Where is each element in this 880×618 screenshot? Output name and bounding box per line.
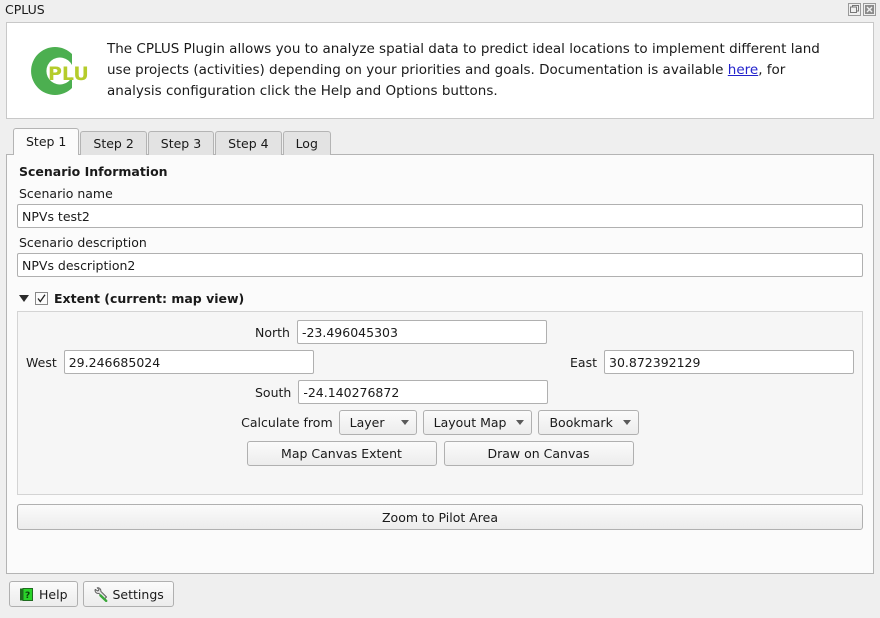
settings-button[interactable]: Settings (82, 581, 174, 607)
info-banner-text: The CPLUS Plugin allows you to analyze s… (107, 39, 873, 102)
svg-text:PLUS: PLUS (48, 63, 88, 85)
calculate-from-layout-map-label: Layout Map (433, 415, 507, 430)
window-titlebar: CPLUS (0, 0, 880, 19)
tab-step-1[interactable]: Step 1 (13, 128, 80, 155)
chevron-down-icon (400, 420, 409, 425)
tab-step-3[interactable]: Step 3 (147, 131, 215, 155)
chevron-down-icon (622, 420, 631, 425)
cplus-logo: PLUS (7, 42, 107, 100)
tab-panel-step-1: Scenario Information Scenario name Scena… (6, 154, 874, 574)
window-title: CPLUS (5, 2, 45, 17)
footer-toolbar: ? Help Settings (0, 574, 880, 607)
zoom-to-pilot-area-button[interactable]: Zoom to Pilot Area (17, 504, 863, 530)
tab-step-2[interactable]: Step 2 (80, 131, 147, 155)
extent-checkbox[interactable] (35, 291, 48, 305)
draw-on-canvas-button[interactable]: Draw on Canvas (443, 441, 634, 466)
tabbar: Step 1 Step 2 Step 3 Step 4 Log (6, 128, 874, 155)
help-icon: ? (19, 587, 34, 602)
page-title: Scenario Information (19, 164, 168, 179)
north-input[interactable] (296, 320, 547, 344)
info-text-before: The CPLUS Plugin allows you to analyze s… (107, 41, 820, 78)
help-button-label: Help (39, 586, 68, 602)
south-input[interactable] (298, 380, 549, 404)
calculate-from-bookmark-button[interactable]: Bookmark (538, 410, 639, 435)
chevron-down-icon (516, 420, 525, 425)
scenario-description-label: Scenario description (19, 235, 147, 250)
calculate-from-layout-map-button[interactable]: Layout Map (422, 410, 533, 435)
calculate-from-layer-button[interactable]: Layer (338, 410, 417, 435)
tab-step-4[interactable]: Step 4 (215, 131, 282, 155)
scenario-name-input[interactable] (17, 204, 863, 228)
svg-text:?: ? (25, 591, 30, 601)
east-input[interactable] (604, 350, 854, 374)
wrench-icon (93, 586, 108, 602)
calculate-from-layer-label: Layer (349, 415, 385, 430)
scenario-description-input[interactable] (17, 253, 863, 277)
calculate-from-row: Calculate from Layer Layout Map Bookmark (26, 410, 854, 435)
extent-group-title: Extent (current: map view) (54, 290, 245, 306)
scenario-name-label: Scenario name (19, 186, 113, 201)
titlebar-button-group (848, 3, 876, 16)
south-label: South (255, 384, 292, 400)
tab-log[interactable]: Log (282, 131, 331, 155)
east-label: East (570, 354, 597, 370)
north-label: North (255, 324, 290, 340)
west-input[interactable] (63, 350, 314, 374)
extent-group-box: North West East South Calculate from (17, 311, 863, 495)
extent-group-header[interactable]: Extent (current: map view) (19, 289, 863, 307)
west-label: West (26, 354, 57, 370)
cplus-logo-icon: PLUS (31, 46, 88, 95)
south-row: South (26, 380, 854, 404)
north-row: North (26, 320, 854, 344)
calculate-from-bookmark-label: Bookmark (549, 415, 613, 430)
chevron-down-icon[interactable] (19, 294, 29, 302)
info-banner: PLUS The CPLUS Plugin allows you to anal… (6, 22, 874, 119)
west-east-row: West East (26, 350, 854, 374)
float-icon[interactable] (848, 3, 861, 16)
calculate-from-label: Calculate from (241, 415, 333, 430)
close-icon[interactable] (863, 3, 876, 16)
extent-action-row: Map Canvas Extent Draw on Canvas (26, 441, 854, 466)
documentation-link[interactable]: here (728, 62, 758, 78)
settings-button-label: Settings (112, 586, 164, 602)
dock-body: PLUS The CPLUS Plugin allows you to anal… (0, 22, 880, 574)
map-canvas-extent-button[interactable]: Map Canvas Extent (246, 441, 437, 466)
help-button[interactable]: ? Help (9, 581, 78, 607)
